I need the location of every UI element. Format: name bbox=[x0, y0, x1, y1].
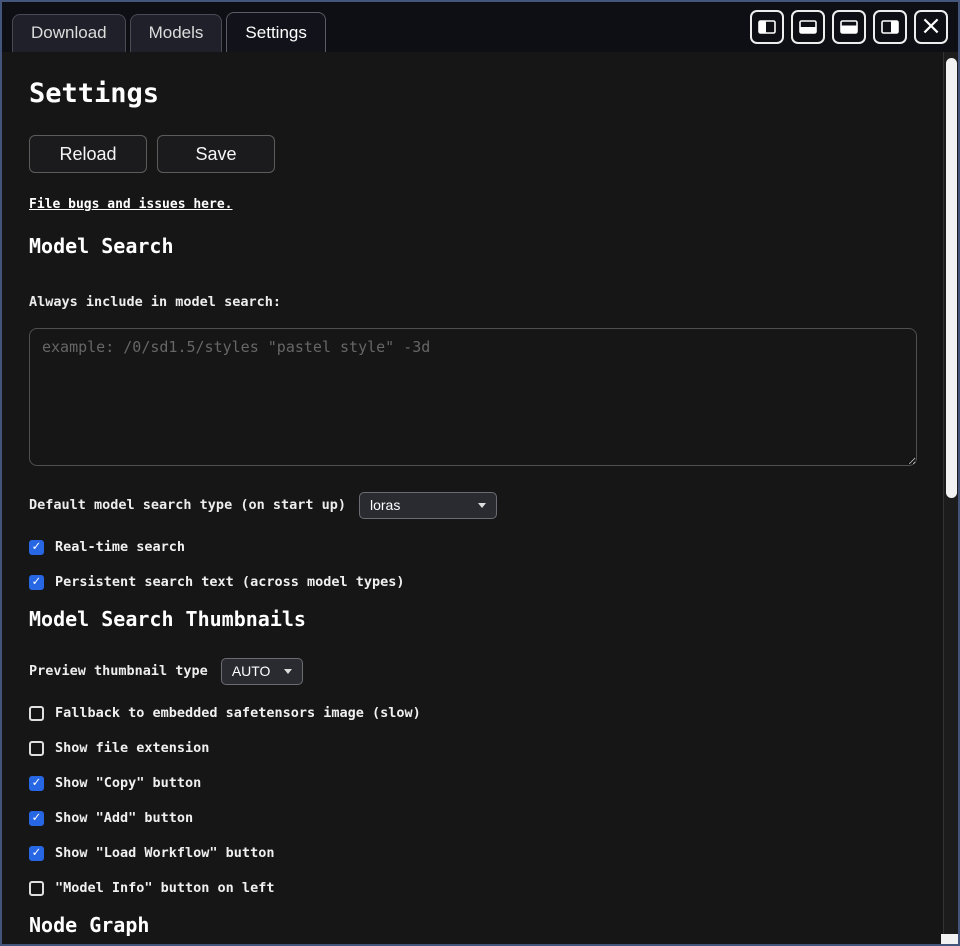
show-file-extension-checkbox[interactable] bbox=[29, 741, 44, 756]
scrollbar-corner bbox=[941, 934, 958, 944]
show-load-workflow-label: Show "Load Workflow" button bbox=[55, 845, 274, 861]
default-search-type-select[interactable]: loras bbox=[359, 492, 497, 519]
preview-thumbnail-type-value: AUTO bbox=[232, 663, 271, 679]
dock-bottom-button[interactable] bbox=[791, 10, 825, 44]
top-tab-bar: Download Models Settings bbox=[2, 2, 958, 52]
panel-bottom-wide-icon bbox=[840, 20, 858, 34]
persistent-search-row[interactable]: Persistent search text (across model typ… bbox=[29, 572, 917, 592]
persistent-search-label: Persistent search text (across model typ… bbox=[55, 574, 405, 590]
show-copy-button-label: Show "Copy" button bbox=[55, 775, 201, 791]
action-button-row: Reload Save bbox=[29, 135, 917, 173]
page-title: Settings bbox=[29, 78, 917, 109]
show-file-extension-label: Show file extension bbox=[55, 740, 209, 756]
tab-strip: Download Models Settings bbox=[12, 12, 326, 52]
vertical-scrollbar[interactable] bbox=[943, 52, 958, 944]
node-graph-heading: Node Graph bbox=[29, 913, 917, 937]
fallback-safetensors-checkbox[interactable] bbox=[29, 706, 44, 721]
preview-thumbnail-type-row: Preview thumbnail type AUTO bbox=[29, 657, 917, 685]
save-button[interactable]: Save bbox=[157, 135, 275, 173]
realtime-search-label: Real-time search bbox=[55, 539, 185, 555]
always-include-label: Always include in model search: bbox=[29, 294, 917, 310]
close-button[interactable]: × bbox=[914, 10, 948, 44]
model-info-left-checkbox[interactable] bbox=[29, 881, 44, 896]
persistent-search-checkbox[interactable] bbox=[29, 575, 44, 590]
tab-settings[interactable]: Settings bbox=[226, 12, 325, 52]
show-copy-button-row[interactable]: Show "Copy" button bbox=[29, 773, 917, 793]
show-add-button-checkbox[interactable] bbox=[29, 811, 44, 826]
show-load-workflow-row[interactable]: Show "Load Workflow" button bbox=[29, 843, 917, 863]
panel-bottom-icon bbox=[799, 20, 817, 34]
thumbnails-heading: Model Search Thumbnails bbox=[29, 607, 917, 631]
default-search-type-label: Default model search type (on start up) bbox=[29, 497, 346, 513]
chevron-down-icon bbox=[478, 503, 486, 508]
dock-bottom-wide-button[interactable] bbox=[832, 10, 866, 44]
window-controls: × bbox=[750, 10, 948, 44]
preview-thumbnail-type-select[interactable]: AUTO bbox=[221, 658, 304, 685]
show-load-workflow-checkbox[interactable] bbox=[29, 846, 44, 861]
show-copy-button-checkbox[interactable] bbox=[29, 776, 44, 791]
model-search-heading: Model Search bbox=[29, 234, 917, 258]
show-add-button-row[interactable]: Show "Add" button bbox=[29, 808, 917, 828]
model-manager-window: Download Models Settings bbox=[0, 0, 960, 946]
panel-right-icon bbox=[881, 20, 899, 34]
fallback-safetensors-row[interactable]: Fallback to embedded safetensors image (… bbox=[29, 703, 917, 723]
fallback-safetensors-label: Fallback to embedded safetensors image (… bbox=[55, 705, 421, 721]
model-info-left-label: "Model Info" button on left bbox=[55, 880, 274, 896]
tab-models[interactable]: Models bbox=[130, 14, 223, 52]
default-search-type-value: loras bbox=[370, 497, 400, 513]
default-search-type-row: Default model search type (on start up) … bbox=[29, 491, 917, 519]
preview-thumbnail-type-label: Preview thumbnail type bbox=[29, 663, 208, 679]
realtime-search-row[interactable]: Real-time search bbox=[29, 537, 917, 557]
show-file-extension-row[interactable]: Show file extension bbox=[29, 738, 917, 758]
file-bugs-link[interactable]: File bugs and issues here. bbox=[29, 197, 233, 212]
tab-download[interactable]: Download bbox=[12, 14, 126, 52]
reload-button[interactable]: Reload bbox=[29, 135, 147, 173]
scrollbar-thumb[interactable] bbox=[946, 58, 957, 498]
panel-left-icon bbox=[758, 20, 776, 34]
always-include-textarea[interactable] bbox=[29, 328, 917, 466]
model-info-left-row[interactable]: "Model Info" button on left bbox=[29, 878, 917, 898]
dock-right-button[interactable] bbox=[873, 10, 907, 44]
dock-left-button[interactable] bbox=[750, 10, 784, 44]
settings-panel: Settings Reload Save File bugs and issue… bbox=[2, 52, 943, 944]
show-add-button-label: Show "Add" button bbox=[55, 810, 193, 826]
realtime-search-checkbox[interactable] bbox=[29, 540, 44, 555]
close-icon: × bbox=[920, 13, 942, 39]
chevron-down-icon bbox=[284, 669, 292, 674]
